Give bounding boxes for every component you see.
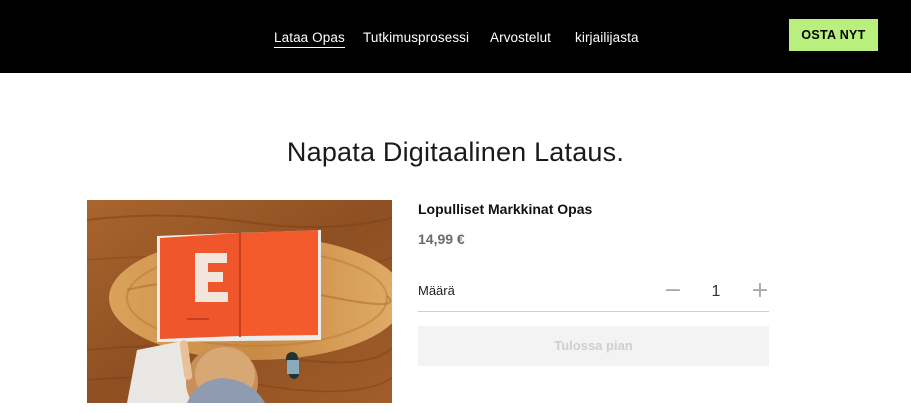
quantity-row: Määrä − + (418, 276, 769, 312)
main-nav: Lataa Opas Tutkimusprosessi Arvostelut k… (0, 30, 911, 48)
page-title: Napata Digitaalinen Lataus. (286, 137, 625, 167)
site-header: Lataa Opas Tutkimusprosessi Arvostelut k… (0, 0, 911, 73)
quantity-label: Määrä (418, 283, 455, 298)
coming-soon-button[interactable]: Tulossa pian (418, 326, 769, 366)
nav-link-tutkimusprosessi[interactable]: Tutkimusprosessi (363, 30, 469, 46)
product-price: 14,99 € (418, 231, 465, 247)
minus-icon[interactable]: − (661, 276, 685, 306)
product-name: Lopulliset Markkinat Opas (418, 201, 593, 217)
plus-icon[interactable]: + (748, 276, 772, 306)
nav-link-arvostelut[interactable]: Arvostelut (490, 30, 551, 46)
product-image (87, 200, 392, 403)
nav-link-lataa-opas[interactable]: Lataa Opas (274, 30, 345, 48)
quantity-input[interactable] (701, 279, 731, 305)
buy-now-button[interactable]: OSTA NYT (789, 19, 878, 51)
page: Lataa Opas Tutkimusprosessi Arvostelut k… (0, 0, 911, 413)
nav-link-kirjailijasta[interactable]: kirjailijasta (575, 30, 639, 46)
